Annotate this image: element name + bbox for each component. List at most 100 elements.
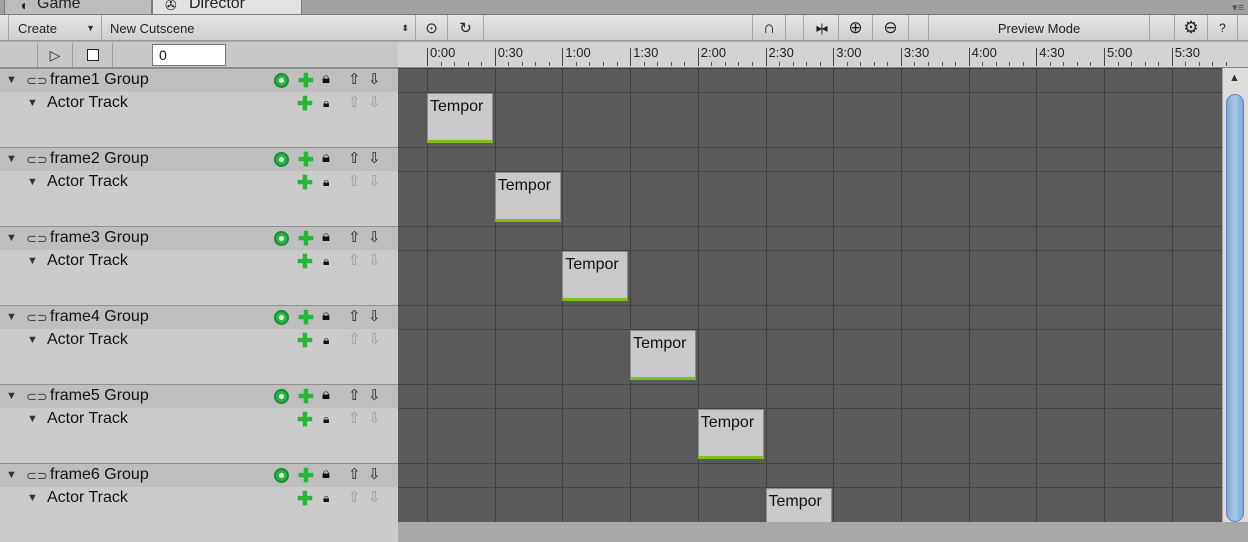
move-up-icon[interactable]: ⇧ xyxy=(348,330,361,348)
group-expand-icon[interactable]: ▼ xyxy=(6,153,17,165)
move-down-icon[interactable]: ⇩ xyxy=(368,70,381,88)
group-expand-icon[interactable]: ▼ xyxy=(6,390,17,402)
time-ruler[interactable]: 0:00 0:30 1:00 1:30 2:00 2:30 3:00 3:30 4:00 4:30… xyxy=(398,42,1248,68)
lock-icon[interactable]: 🔒︎ xyxy=(323,254,329,269)
group-header[interactable]: ▼ ⊂⊃ frame3 Group ✚ 🔒︎ ⇧ ⇩ xyxy=(0,226,398,250)
timeline-clip[interactable]: Tempor xyxy=(697,409,764,459)
lock-icon[interactable]: 🔒︎ xyxy=(322,70,330,87)
actor-track-row[interactable]: ▼ Actor Track ✚ 🔒︎ ⇧ ⇩ xyxy=(0,408,398,463)
lock-icon[interactable]: 🔒︎ xyxy=(323,175,329,190)
move-up-icon[interactable]: ⇧ xyxy=(348,465,361,483)
lock-icon[interactable]: 🔒︎ xyxy=(323,412,329,427)
track-expand-icon[interactable]: ▼ xyxy=(27,97,38,109)
move-up-icon[interactable]: ⇧ xyxy=(348,149,361,167)
cutscene-select[interactable]: New Cutscene ⬍ xyxy=(102,15,416,41)
track-expand-icon[interactable]: ▼ xyxy=(27,413,38,425)
move-down-icon[interactable]: ⇩ xyxy=(368,172,381,190)
lock-icon[interactable]: 🔒︎ xyxy=(322,465,330,482)
add-track-icon[interactable]: ✚ xyxy=(298,307,314,330)
tab-game[interactable]: ◖ Game xyxy=(4,0,152,14)
move-down-icon[interactable]: ⇩ xyxy=(368,409,381,427)
track-expand-icon[interactable]: ▼ xyxy=(27,334,38,346)
refresh-button[interactable]: ↻ xyxy=(448,15,484,41)
add-item-icon[interactable]: ✚ xyxy=(297,409,313,432)
scroll-thumb[interactable] xyxy=(1226,94,1244,522)
move-up-icon[interactable]: ⇧ xyxy=(348,307,361,325)
group-header[interactable]: ▼ ⊂⊃ frame2 Group ✚ 🔒︎ ⇧ ⇩ xyxy=(0,147,398,171)
track-expand-icon[interactable]: ▼ xyxy=(27,176,38,188)
lock-icon[interactable]: 🔒︎ xyxy=(323,96,329,111)
lock-icon[interactable]: 🔒︎ xyxy=(322,149,330,166)
zoom-in-button[interactable]: ⊕ xyxy=(839,15,873,41)
stop-button[interactable] xyxy=(73,43,113,67)
move-down-icon[interactable]: ⇩ xyxy=(368,251,381,269)
add-track-icon[interactable]: ✚ xyxy=(298,465,314,488)
actor-track-row[interactable]: ▼ Actor Track ✚ 🔒︎ ⇧ ⇩ xyxy=(0,171,398,226)
group-header[interactable]: ▼ ⊂⊃ frame5 Group ✚ 🔒︎ ⇧ ⇩ xyxy=(0,384,398,408)
lock-icon[interactable]: 🔒︎ xyxy=(323,491,329,506)
move-down-icon[interactable]: ⇩ xyxy=(368,465,381,483)
add-item-icon[interactable]: ✚ xyxy=(297,93,313,116)
group-header[interactable]: ▼ ⊂⊃ frame6 Group ✚ 🔒︎ ⇧ ⇩ xyxy=(0,463,398,487)
move-down-icon[interactable]: ⇩ xyxy=(368,488,381,506)
add-item-icon[interactable]: ✚ xyxy=(297,172,313,195)
add-track-icon[interactable]: ✚ xyxy=(298,228,314,251)
tab-director[interactable]: ✇ Director xyxy=(152,0,302,14)
actor-track-row[interactable]: ▼ Actor Track ✚ 🔒︎ ⇧ ⇩ xyxy=(0,329,398,384)
frame-snap-button[interactable]: ▸|◂ xyxy=(803,15,839,41)
settings-button[interactable]: ⚙ xyxy=(1174,15,1208,41)
magnet-snap-button[interactable]: ∩ xyxy=(752,15,786,41)
create-dropdown[interactable]: Create ▼ xyxy=(8,15,102,41)
visibility-icon[interactable] xyxy=(274,231,289,246)
timeline-clip[interactable]: Tempor xyxy=(494,172,561,222)
actor-track-row[interactable]: ▼ Actor Track ✚ 🔒︎ ⇧ ⇩ xyxy=(0,250,398,305)
add-item-icon[interactable]: ✚ xyxy=(297,488,313,511)
move-up-icon[interactable]: ⇧ xyxy=(348,172,361,190)
preview-mode-button[interactable]: Preview Mode xyxy=(928,15,1150,41)
visibility-icon[interactable] xyxy=(274,389,289,404)
move-down-icon[interactable]: ⇩ xyxy=(368,330,381,348)
move-down-icon[interactable]: ⇩ xyxy=(368,386,381,404)
actor-track-row[interactable]: ▼ Actor Track ✚ 🔒︎ ⇧ ⇩ xyxy=(0,487,398,542)
move-up-icon[interactable]: ⇧ xyxy=(348,251,361,269)
move-down-icon[interactable]: ⇩ xyxy=(368,93,381,111)
lock-icon[interactable]: 🔒︎ xyxy=(322,386,330,403)
move-up-icon[interactable]: ⇧ xyxy=(348,70,361,88)
timeline-clip[interactable]: Tempor xyxy=(562,251,629,301)
move-up-icon[interactable]: ⇧ xyxy=(348,386,361,404)
tab-menu-icon[interactable]: ▾≡ xyxy=(1232,1,1244,14)
add-item-icon[interactable]: ✚ xyxy=(297,330,313,353)
lock-icon[interactable]: 🔒︎ xyxy=(323,333,329,348)
group-expand-icon[interactable]: ▼ xyxy=(6,232,17,244)
lock-icon[interactable]: 🔒︎ xyxy=(322,228,330,245)
group-expand-icon[interactable]: ▼ xyxy=(6,74,17,86)
move-up-icon[interactable]: ⇧ xyxy=(348,409,361,427)
group-header[interactable]: ▼ ⊂⊃ frame1 Group ✚ 🔒︎ ⇧ ⇩ xyxy=(0,68,398,92)
add-item-icon[interactable]: ✚ xyxy=(297,251,313,274)
actor-track-row[interactable]: ▼ Actor Track ✚ 🔒︎ ⇧ ⇩ xyxy=(0,92,398,147)
move-up-icon[interactable]: ⇧ xyxy=(348,228,361,246)
group-expand-icon[interactable]: ▼ xyxy=(6,469,17,481)
group-header[interactable]: ▼ ⊂⊃ frame4 Group ✚ 🔒︎ ⇧ ⇩ xyxy=(0,305,398,329)
scroll-up-icon[interactable]: ▲ xyxy=(1229,72,1240,84)
timeline-clip[interactable]: Tempor xyxy=(427,93,493,143)
play-button[interactable]: ▷ xyxy=(37,43,73,67)
visibility-icon[interactable] xyxy=(274,310,289,325)
add-track-icon[interactable]: ✚ xyxy=(298,386,314,409)
visibility-icon[interactable] xyxy=(274,152,289,167)
move-up-icon[interactable]: ⇧ xyxy=(348,488,361,506)
move-up-icon[interactable]: ⇧ xyxy=(348,93,361,111)
track-expand-icon[interactable]: ▼ xyxy=(27,492,38,504)
current-frame-input[interactable] xyxy=(152,44,226,66)
zoom-out-button[interactable]: ⊖ xyxy=(873,15,909,41)
timeline-area[interactable]: Tempor Tempor Tempor Tempor Tempor Tempor xyxy=(398,68,1222,522)
help-button[interactable]: ? xyxy=(1208,15,1238,41)
add-track-icon[interactable]: ✚ xyxy=(298,70,314,93)
move-down-icon[interactable]: ⇩ xyxy=(368,149,381,167)
target-button[interactable]: ⊙ xyxy=(416,15,448,41)
timeline-clip[interactable]: Tempor xyxy=(765,488,832,522)
visibility-icon[interactable] xyxy=(274,73,289,88)
lock-icon[interactable]: 🔒︎ xyxy=(322,307,330,324)
add-track-icon[interactable]: ✚ xyxy=(298,149,314,172)
visibility-icon[interactable] xyxy=(274,468,289,483)
